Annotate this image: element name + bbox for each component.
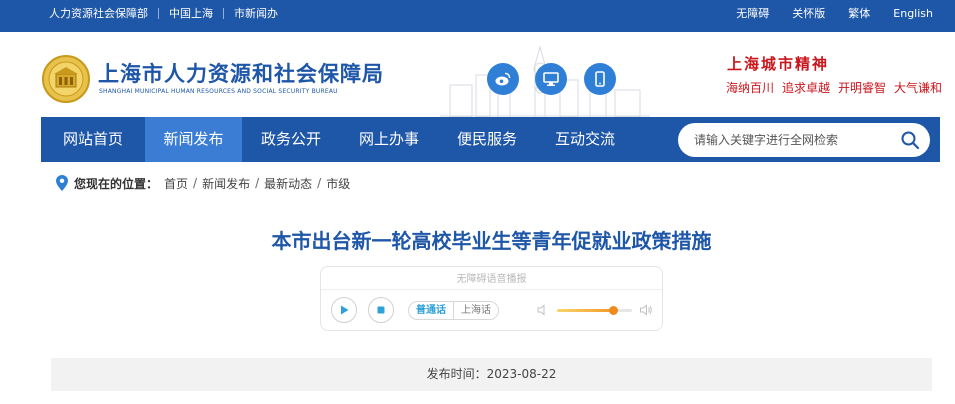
breadcrumb: 您现在的位置： 首页 / 新闻发布 / 最新动态 / 市级	[56, 174, 350, 192]
spirit-word: 开明睿智	[838, 81, 887, 95]
volume-slider-handle[interactable]	[609, 306, 619, 315]
nav-item-home[interactable]: 网站首页	[41, 117, 145, 162]
breadcrumb-item-news[interactable]: 新闻发布	[202, 175, 250, 192]
lang-mandarin-option[interactable]: 普通话	[409, 302, 454, 319]
site-title[interactable]: 上海市人力资源和社会保障局	[98, 58, 384, 88]
lang-shanghainese-option[interactable]: 上海话	[454, 302, 498, 319]
play-icon	[341, 305, 349, 315]
top-left-links: 人力资源社会保障部 中国上海 市新闻办	[49, 0, 278, 26]
mobile-button[interactable]	[584, 63, 616, 95]
top-right-links: 无障碍 关怀版 繁体 English	[736, 0, 933, 26]
nav-item-public-services[interactable]: 便民服务	[438, 117, 536, 162]
link-english[interactable]: English	[893, 7, 933, 20]
publish-info-bar: 发布时间：2023-08-22	[51, 358, 932, 391]
link-accessibility[interactable]: 无障碍	[736, 5, 769, 21]
spirit-word: 大气谦和	[894, 81, 943, 95]
link-news-office[interactable]: 市新闻办	[234, 5, 278, 21]
emblem-logo-icon[interactable]	[42, 55, 90, 103]
weibo-button[interactable]	[487, 63, 519, 95]
search-box	[678, 123, 930, 157]
link-traditional[interactable]: 繁体	[848, 5, 870, 21]
article-title: 本市出台新一轮高校毕业生等青年促就业政策措施	[271, 229, 712, 253]
link-care-mode[interactable]: 关怀版	[792, 5, 825, 21]
player-title: 无障碍语音播报	[456, 274, 527, 285]
volume-slider[interactable]	[557, 306, 632, 315]
spirit-word: 追求卓越	[782, 81, 831, 95]
site-subtitle: SHANGHAI MUNICIPAL HUMAN RESOURCES AND S…	[99, 88, 338, 95]
divider	[321, 289, 662, 290]
search-icon[interactable]	[900, 130, 920, 150]
breadcrumb-item-home[interactable]: 首页	[164, 175, 188, 192]
spirit-word: 海纳百川	[726, 81, 775, 95]
city-spirit-words: 海纳百川 追求卓越 开明睿智 大气谦和	[726, 79, 942, 96]
breadcrumb-item-latest[interactable]: 最新动态	[264, 175, 312, 192]
breadcrumb-label: 您现在的位置：	[74, 176, 159, 191]
breadcrumb-separator: /	[193, 176, 198, 190]
breadcrumb-separator: /	[255, 176, 260, 190]
volume-low-icon[interactable]	[536, 304, 548, 316]
search-input[interactable]	[694, 131, 894, 149]
breadcrumb-item-municipal[interactable]: 市级	[326, 175, 350, 192]
nav-item-news[interactable]: 新闻发布	[145, 117, 242, 162]
nav-item-online-services[interactable]: 网上办事	[340, 117, 438, 162]
audio-player: 无障碍语音播报 普通话 上海话	[320, 266, 663, 331]
stop-icon	[377, 306, 385, 314]
mobile-icon	[595, 71, 605, 87]
language-toggle: 普通话 上海话	[408, 301, 499, 320]
top-utility-bar: 人力资源社会保障部 中国上海 市新闻办 无障碍 关怀版 繁体 English	[0, 0, 955, 32]
location-pin-icon	[56, 175, 68, 191]
publish-time: 发布时间：2023-08-22	[426, 367, 557, 381]
desktop-icon	[543, 72, 559, 86]
volume-high-icon[interactable]	[639, 303, 653, 317]
link-mohrss[interactable]: 人力资源社会保障部	[49, 5, 148, 21]
nav-item-interaction[interactable]: 互动交流	[536, 117, 634, 162]
nav-item-gov-affairs[interactable]: 政务公开	[242, 117, 340, 162]
city-spirit-title: 上海城市精神	[727, 55, 830, 73]
volume-slider-fill	[557, 309, 614, 312]
breadcrumb-separator: /	[317, 176, 322, 190]
weibo-icon	[495, 72, 511, 86]
link-china-shanghai[interactable]: 中国上海	[169, 5, 213, 21]
stop-button[interactable]	[368, 297, 394, 323]
desktop-button[interactable]	[535, 63, 567, 95]
divider	[158, 7, 159, 19]
divider	[223, 7, 224, 19]
play-button[interactable]	[331, 297, 357, 323]
